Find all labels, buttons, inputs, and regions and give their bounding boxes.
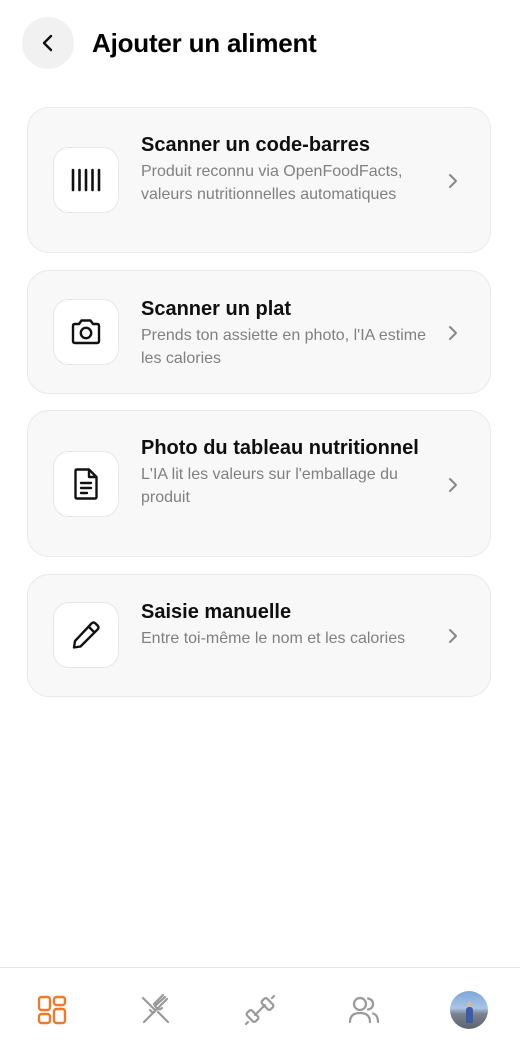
option-title: Saisie manuelle (141, 601, 292, 623)
option-title: Photo du tableau nutritionnel (141, 437, 419, 459)
option-manual-entry[interactable]: Saisie manuelle Entre toi-même le nom et… (27, 574, 491, 697)
option-title: Scanner un code-barres (141, 134, 370, 156)
chevron-left-icon (42, 34, 53, 52)
document-icon (74, 468, 98, 500)
avatar (450, 991, 488, 1029)
camera-icon (71, 319, 101, 345)
option-description: L'IA lit les valeurs sur l'emballage du … (141, 466, 398, 506)
chevron-right-icon (449, 326, 457, 340)
dumbbell-icon (244, 994, 276, 1026)
bottom-tab-bar (0, 967, 520, 1064)
tab-profile[interactable] (449, 990, 489, 1030)
tab-community[interactable] (344, 990, 384, 1030)
card-icon-box (53, 602, 119, 668)
option-nutrition-label-photo[interactable]: Photo du tableau nutritionnel L'IA lit l… (27, 410, 491, 557)
fork-knife-icon (141, 993, 170, 1024)
option-description: Prends ton assiette en photo, l'IA estim… (141, 327, 426, 367)
chevron-right-icon (449, 174, 457, 188)
card-icon-box (53, 147, 119, 213)
header: Ajouter un aliment (0, 0, 520, 90)
option-description: Produit reconnu via OpenFoodFacts, valeu… (141, 163, 403, 203)
option-scan-barcode[interactable]: Scanner un code-barres Produit reconnu v… (27, 107, 491, 253)
dashboard-grid-icon (37, 995, 67, 1025)
chevron-right-icon (449, 629, 457, 643)
users-icon (348, 996, 380, 1024)
tab-nutrition[interactable] (136, 990, 176, 1030)
page-title: Ajouter un aliment (92, 28, 317, 58)
option-description: Entre toi-même le nom et les calories (141, 630, 406, 647)
tab-workouts[interactable] (240, 990, 280, 1030)
pencil-icon (72, 621, 100, 649)
back-button[interactable] (22, 17, 74, 69)
card-icon-box (53, 299, 119, 365)
tab-dashboard[interactable] (32, 990, 72, 1030)
card-icon-box (53, 451, 119, 517)
option-title: Scanner un plat (141, 298, 292, 320)
barcode-icon (71, 168, 101, 192)
option-scan-dish[interactable]: Scanner un plat Prends ton assiette en p… (27, 270, 491, 394)
chevron-right-icon (449, 478, 457, 492)
